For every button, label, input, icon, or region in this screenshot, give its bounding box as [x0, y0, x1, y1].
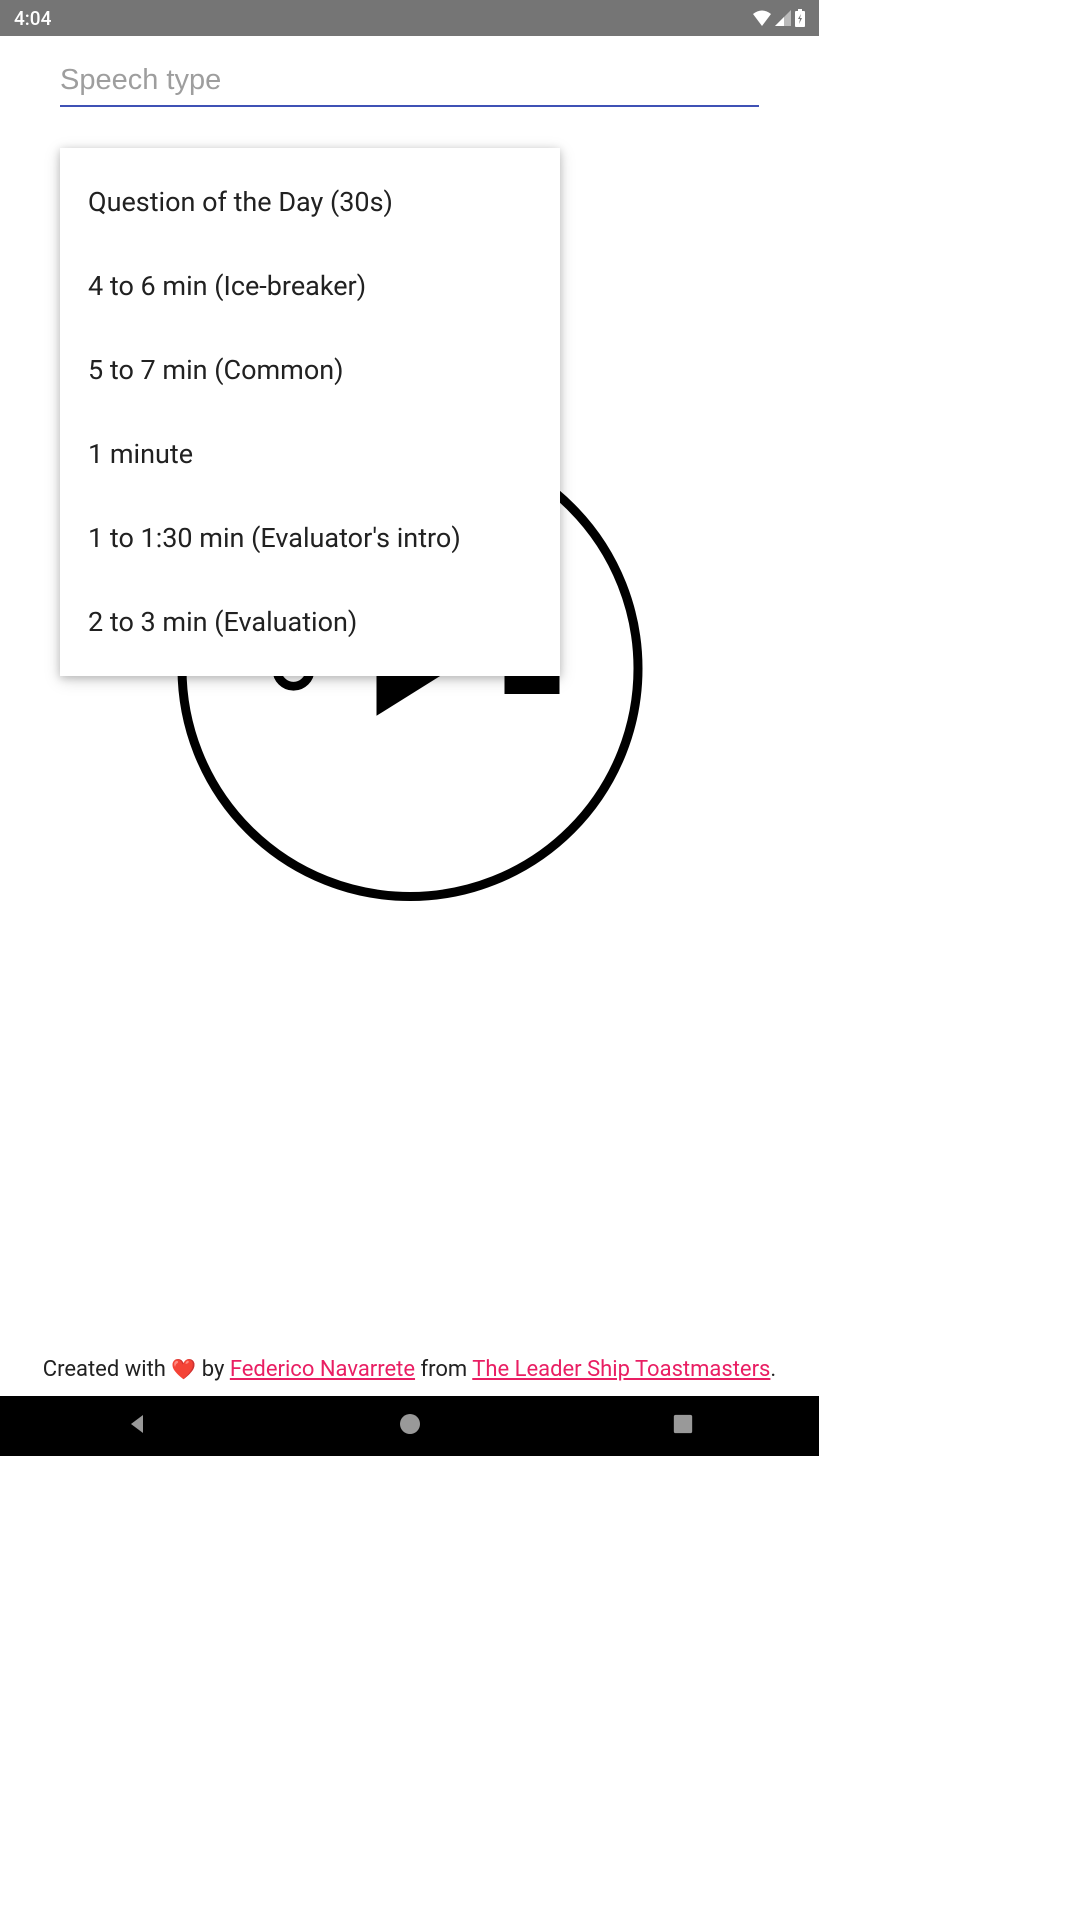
dropdown-item-label: 2 to 3 min (Evaluation) — [88, 606, 357, 638]
wifi-icon — [753, 10, 771, 26]
main-content: Question of the Day (30s) 4 to 6 min (Ic… — [0, 36, 819, 1396]
dropdown-item-label: 1 minute — [88, 438, 193, 470]
navigation-bar — [0, 1396, 819, 1456]
org-name: The Leader Ship Toastmasters — [472, 1357, 770, 1382]
footer: Created with ❤️ by Federico Navarrete fr… — [0, 1355, 819, 1386]
recent-icon — [672, 1413, 694, 1435]
org-link[interactable]: The Leader Ship Toastmasters — [472, 1357, 770, 1382]
dropdown-item-label: 5 to 7 min (Common) — [88, 354, 344, 386]
signal-icon — [775, 10, 791, 26]
status-icons — [753, 9, 805, 27]
back-icon — [125, 1412, 149, 1436]
footer-prefix: Created with — [43, 1357, 172, 1382]
dropdown-item-label: 1 to 1:30 min (Evaluator's intro) — [88, 522, 461, 554]
speech-input-container — [60, 56, 759, 107]
status-time: 4:04 — [14, 7, 51, 30]
dropdown-item-1-minute[interactable]: 1 minute — [60, 412, 560, 496]
nav-recent-button[interactable] — [672, 1413, 694, 1439]
footer-by-text: by — [196, 1357, 230, 1382]
speech-type-input[interactable] — [60, 56, 759, 107]
battery-icon — [795, 9, 805, 27]
dropdown-item-evaluator-intro[interactable]: 1 to 1:30 min (Evaluator's intro) — [60, 496, 560, 580]
dropdown-item-label: Question of the Day (30s) — [88, 186, 393, 218]
dropdown-item-question-of-day[interactable]: Question of the Day (30s) — [60, 160, 560, 244]
author-link[interactable]: Federico Navarrete — [230, 1357, 415, 1382]
nav-back-button[interactable] — [125, 1412, 149, 1440]
speech-type-dropdown: Question of the Day (30s) 4 to 6 min (Ic… — [60, 148, 560, 676]
author-name: Federico Navarrete — [230, 1357, 415, 1382]
dropdown-item-label: 4 to 6 min (Ice-breaker) — [88, 270, 366, 302]
home-icon — [398, 1412, 422, 1436]
dropdown-item-evaluation[interactable]: 2 to 3 min (Evaluation) — [60, 580, 560, 664]
status-bar: 4:04 — [0, 0, 819, 36]
nav-home-button[interactable] — [398, 1412, 422, 1440]
dropdown-item-ice-breaker[interactable]: 4 to 6 min (Ice-breaker) — [60, 244, 560, 328]
heart-icon: ❤️ — [171, 1357, 196, 1381]
dropdown-item-common[interactable]: 5 to 7 min (Common) — [60, 328, 560, 412]
footer-from-text: from — [415, 1357, 472, 1382]
footer-suffix: . — [770, 1357, 776, 1382]
